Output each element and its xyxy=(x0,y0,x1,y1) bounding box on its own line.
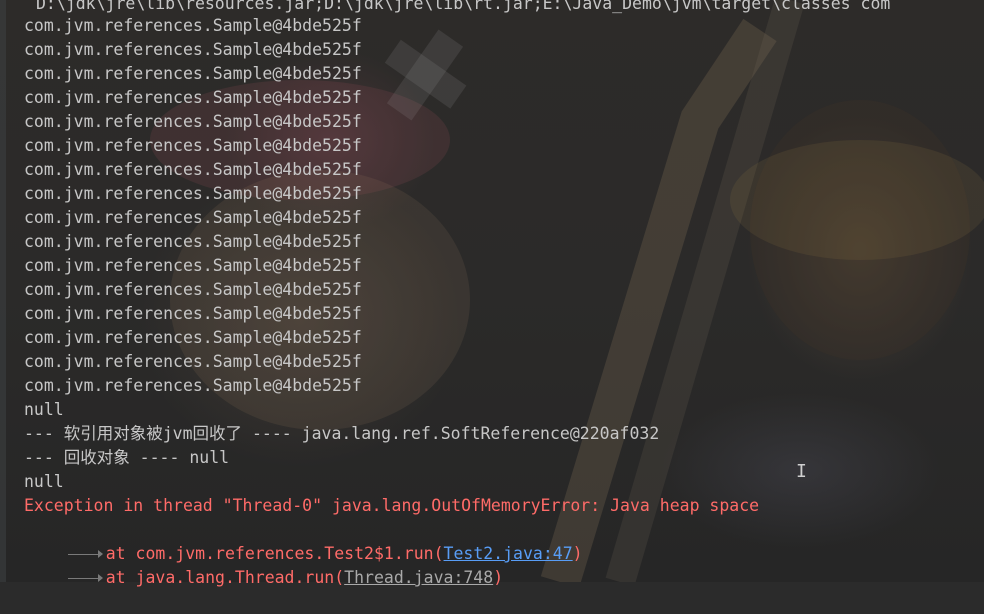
output-line-recycled: --- 回收对象 ---- null xyxy=(24,448,230,467)
output-line: com.jvm.references.Sample@4bde525f xyxy=(24,184,362,203)
output-line-null: null xyxy=(24,400,64,419)
output-line: com.jvm.references.Sample@4bde525f xyxy=(24,16,362,35)
stack-trace-prefix: at java.lang.Thread.run( xyxy=(105,568,345,587)
stack-trace-line: at com.jvm.references.Test2$1.run(Test2.… xyxy=(24,518,583,563)
output-line: com.jvm.references.Sample@4bde525f xyxy=(24,112,362,131)
exception-line: Exception in thread "Thread-0" java.lang… xyxy=(24,496,760,515)
output-line: com.jvm.references.Sample@4bde525f xyxy=(24,136,362,155)
output-line: com.jvm.references.Sample@4bde525f xyxy=(24,352,362,371)
text-cursor-icon: I xyxy=(796,461,807,482)
output-line: com.jvm.references.Sample@4bde525f xyxy=(24,328,362,347)
output-line: com.jvm.references.Sample@4bde525f xyxy=(24,304,362,323)
stack-trace-line: at java.lang.Thread.run(Thread.java:748) xyxy=(24,542,503,587)
output-line: com.jvm.references.Sample@4bde525f xyxy=(24,64,362,83)
source-link[interactable]: Thread.java:748 xyxy=(344,568,493,587)
stack-trace-suffix: ) xyxy=(493,568,504,587)
output-line: com.jvm.references.Sample@4bde525f xyxy=(24,280,362,299)
fold-arrow-icon xyxy=(64,566,106,590)
output-line: com.jvm.references.Sample@4bde525f xyxy=(24,88,362,107)
output-line: com.jvm.references.Sample@4bde525f xyxy=(24,376,362,395)
output-line: com.jvm.references.Sample@4bde525f xyxy=(24,232,362,251)
output-line: com.jvm.references.Sample@4bde525f xyxy=(24,40,362,59)
output-line: com.jvm.references.Sample@4bde525f xyxy=(24,160,362,179)
run-console-output[interactable]: D:\jdk\jre\lib\resources.jar;D:\jdk\jre\… xyxy=(0,0,984,587)
output-line-null: null xyxy=(24,472,64,491)
output-line: com.jvm.references.Sample@4bde525f xyxy=(24,256,362,275)
output-line: com.jvm.references.Sample@4bde525f xyxy=(24,208,362,227)
stack-trace-suffix: ) xyxy=(572,544,583,563)
output-line-soft-reference: --- 软引用对象被jvm回收了 ---- java.lang.ref.Soft… xyxy=(24,424,660,443)
